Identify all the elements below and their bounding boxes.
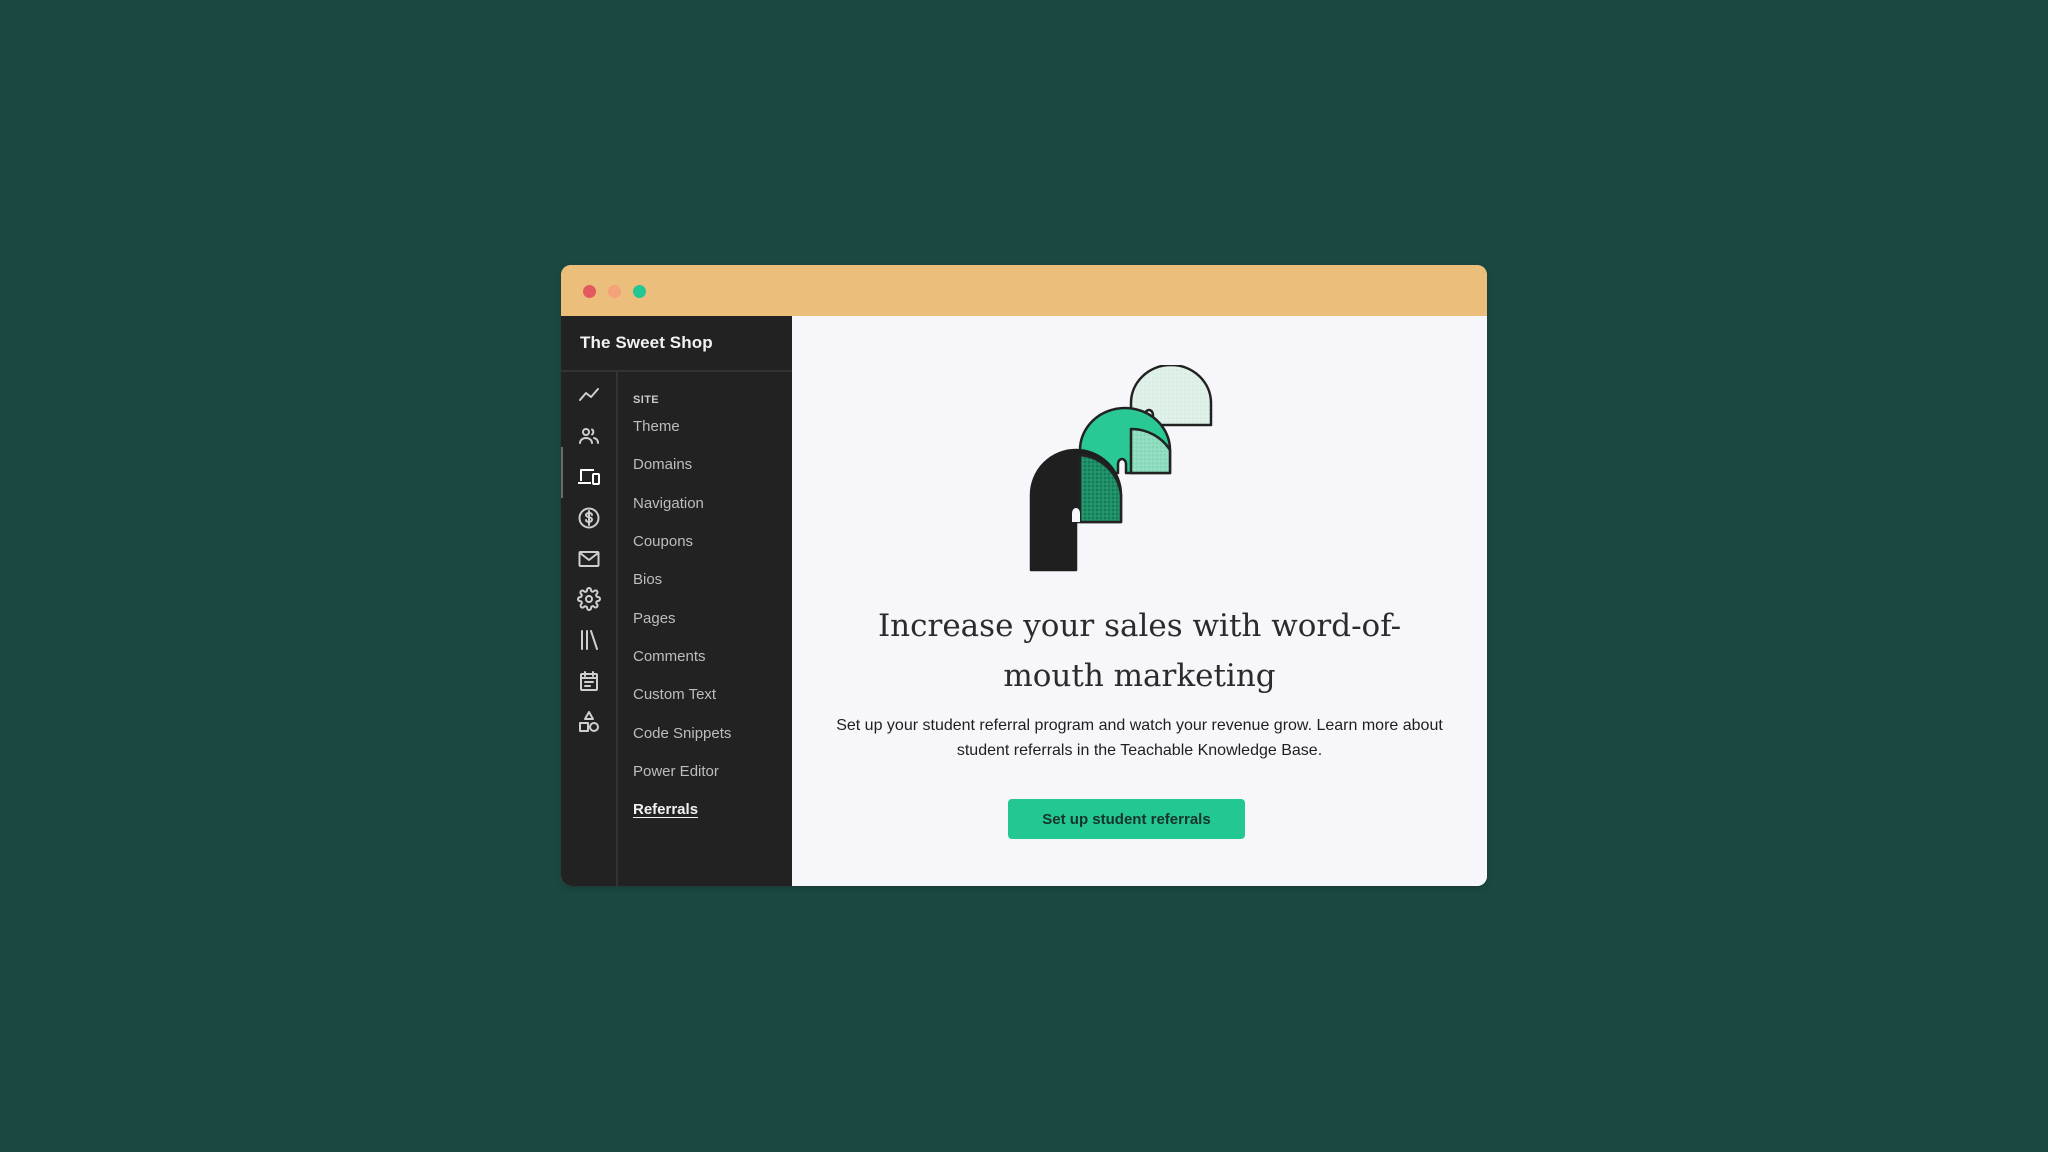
title-bar [561,265,1487,316]
icon-rail [561,372,618,886]
rail-item-sales[interactable] [576,505,602,531]
section-label: SITE [633,394,660,406]
menu-item-navigation[interactable]: Navigation [633,495,704,512]
devices-icon [578,469,600,485]
menu-item-domains[interactable]: Domains [633,456,692,473]
page-description: Set up your student referral program and… [836,717,1443,759]
rail-item-calendar[interactable] [576,668,602,694]
gear-icon [577,587,601,611]
menu-item-theme[interactable]: Theme [633,418,680,435]
rail-item-settings[interactable] [576,586,602,612]
rail-item-emails[interactable] [576,546,602,572]
active-indicator [561,447,563,498]
menu-item-custom-text[interactable]: Custom Text [633,686,716,703]
school-name[interactable]: The Sweet Shop [580,316,713,370]
mail-icon [578,551,600,567]
menu-item-bios[interactable]: Bios [633,571,662,588]
app-window: The Sweet Shop SITE Theme Domains Naviga… [561,265,1487,886]
minimize-window-button[interactable] [608,285,621,298]
maximize-window-button[interactable] [633,285,646,298]
rail-item-apps[interactable] [576,709,602,735]
users-icon [579,428,599,444]
calendar-icon [580,671,598,691]
library-icon [581,630,598,650]
menu-item-power-editor[interactable]: Power Editor [633,763,719,780]
setup-referrals-button[interactable]: Set up student referrals [1008,799,1245,839]
shapes-icon [579,711,599,732]
page-headline: Increase your sales with word-of-mouth m… [877,608,1402,694]
menu-item-comments[interactable]: Comments [633,648,706,665]
menu-item-coupons[interactable]: Coupons [633,533,693,550]
menu-item-code-snippets[interactable]: Code Snippets [633,725,731,742]
dollar-icon [578,507,600,529]
menu-item-pages[interactable]: Pages [633,610,676,627]
trend-line-icon [579,388,599,401]
close-window-button[interactable] [583,285,596,298]
arches-stairs-illustration [1029,365,1213,572]
menu-item-referrals[interactable]: Referrals [633,801,698,818]
rail-item-site[interactable] [576,464,602,490]
rail-item-analytics[interactable] [576,382,602,408]
sidebar: The Sweet Shop SITE Theme Domains Naviga… [561,316,792,886]
rail-item-products[interactable] [576,627,602,653]
rail-item-users[interactable] [576,423,602,449]
